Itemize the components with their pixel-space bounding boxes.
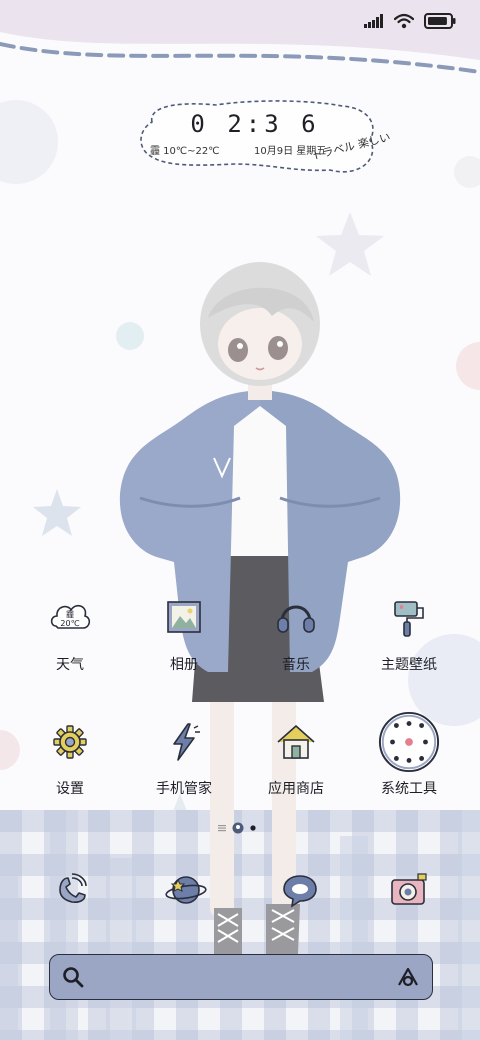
app-store[interactable]: 应用商店 xyxy=(236,720,356,798)
signal-bars-icon xyxy=(364,14,383,28)
circle-decoration xyxy=(0,100,58,184)
headphones-icon xyxy=(277,605,315,633)
app-weather[interactable]: 霾 20℃ 天气 xyxy=(10,596,130,674)
lightning-icon xyxy=(173,723,200,761)
app-label: 音乐 xyxy=(282,657,310,673)
menu-lines-icon xyxy=(218,825,226,832)
wifi-icon xyxy=(394,13,414,29)
dashed-wave-decoration xyxy=(0,32,480,84)
paint-brush-icon xyxy=(394,601,424,637)
app-music[interactable]: 音乐 xyxy=(236,596,356,674)
app-label: 系统工具 xyxy=(381,781,437,797)
app-phone-manager[interactable]: 手机管家 xyxy=(124,720,244,798)
status-bar xyxy=(364,10,456,32)
dock-messages[interactable] xyxy=(278,868,322,912)
dock-camera[interactable] xyxy=(388,868,432,912)
app-label: 主题壁纸 xyxy=(381,657,437,673)
clock-time: 0 2:3 6 xyxy=(190,110,320,138)
gallery-icon xyxy=(167,601,201,633)
circle-decoration xyxy=(454,156,480,188)
phone-icon xyxy=(59,873,87,903)
folder-icon xyxy=(378,711,440,773)
battery-icon xyxy=(424,13,456,29)
app-label: 相册 xyxy=(170,657,198,673)
gear-icon xyxy=(53,725,87,759)
weather-icon-badge: 霾 20℃ xyxy=(60,610,80,628)
app-gallery[interactable]: 相册 xyxy=(124,596,244,674)
camera-icon xyxy=(391,873,427,905)
house-icon xyxy=(277,725,315,759)
voice-assistant-icon[interactable] xyxy=(396,966,420,988)
app-label: 设置 xyxy=(56,781,84,797)
page-2-dot[interactable] xyxy=(250,825,256,831)
star-decoration xyxy=(33,489,81,536)
page-1-dot[interactable] xyxy=(232,822,244,834)
search-bar[interactable] xyxy=(49,954,433,1000)
heart-decoration xyxy=(456,342,480,390)
app-label: 天气 xyxy=(56,657,84,673)
planet-browser-icon xyxy=(165,876,207,904)
clock-widget[interactable]: 0 2:3 6 霾 10℃~22℃ 10月9日 星期五 トラベル 楽しい xyxy=(134,96,392,186)
weather-text: 霾 10℃~22℃ xyxy=(150,146,220,157)
dock-phone[interactable] xyxy=(50,868,94,912)
app-system-tools-folder[interactable]: 系统工具 xyxy=(349,710,469,798)
app-label: 应用商店 xyxy=(268,781,324,797)
app-settings[interactable]: 设置 xyxy=(10,720,130,798)
app-themes[interactable]: 主题壁纸 xyxy=(349,596,469,674)
search-input[interactable] xyxy=(98,963,378,991)
search-icon[interactable] xyxy=(62,966,84,988)
dock-browser[interactable] xyxy=(164,868,208,912)
message-bubble-icon xyxy=(283,875,317,908)
app-label: 手机管家 xyxy=(156,781,212,797)
page-indicator[interactable] xyxy=(218,822,256,834)
